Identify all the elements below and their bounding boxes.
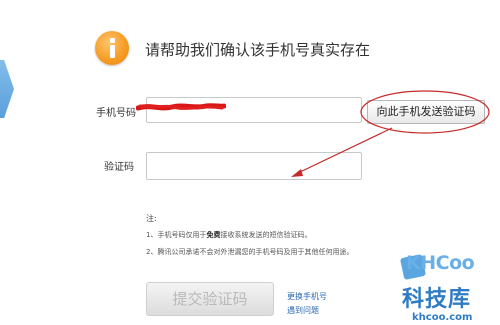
dialog-title: 请帮助我们确认该手机号真实存在 xyxy=(145,41,371,59)
left-side-arrow-decoration xyxy=(0,60,14,118)
notes-section: 注: 1、手机号码仅用于免费接收系统发送的短信验证码。 2、腾讯公司承诺不会对外… xyxy=(146,210,353,261)
send-code-button[interactable]: 向此手机发送验证码 xyxy=(367,100,485,124)
watermark-logo-text: KHCoo xyxy=(406,252,475,274)
watermark-url: khcoo.com xyxy=(412,312,473,323)
watermark-brand: 科技库 xyxy=(402,287,472,312)
info-icon xyxy=(95,31,129,65)
phone-label: 手机号码 xyxy=(96,108,136,119)
change-phone-link[interactable]: 更换手机号 xyxy=(287,291,327,302)
code-input[interactable] xyxy=(146,152,362,180)
note-item-1: 1、手机号码仅用于免费接收系统发送的短信验证码。 xyxy=(146,231,312,239)
note-item-2: 2、腾讯公司承诺不会对外泄漏您的手机号码及用于其他任何用途。 xyxy=(146,248,354,256)
notes-title: 注: xyxy=(146,214,157,223)
code-label: 验证码 xyxy=(104,162,134,173)
submit-code-button[interactable]: 提交验证码 xyxy=(146,282,274,316)
redaction-scribble xyxy=(136,103,226,111)
watermark: KHCoo 科技库 khcoo.com xyxy=(399,250,500,325)
problem-link[interactable]: 遇到问题 xyxy=(287,305,319,316)
